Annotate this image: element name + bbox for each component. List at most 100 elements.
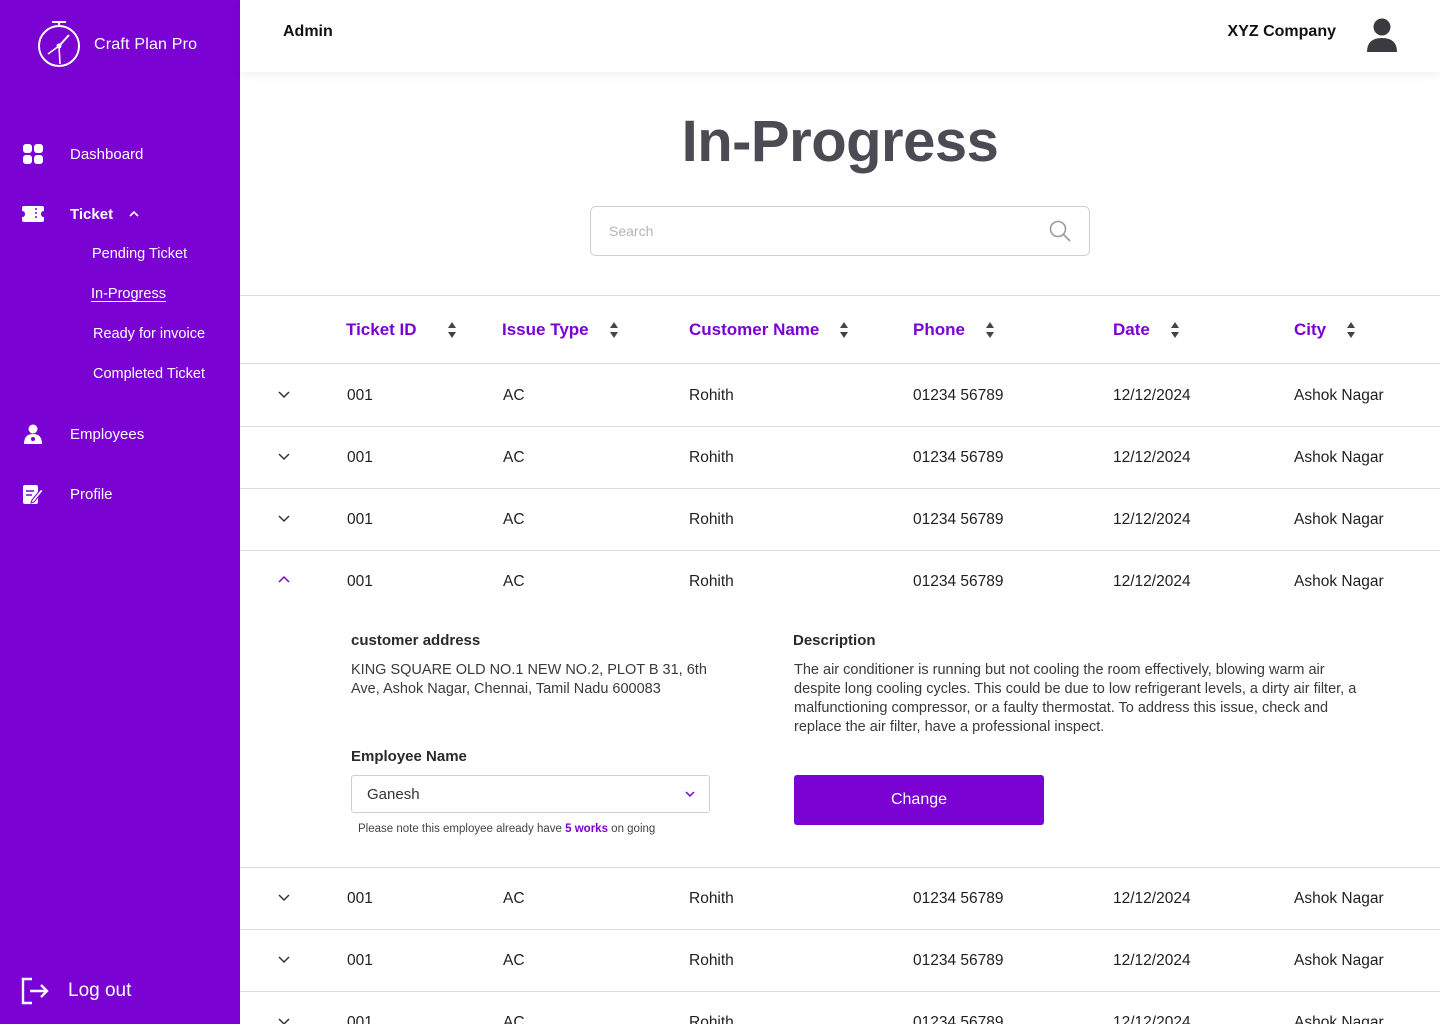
column-header-phone[interactable]: Phone — [913, 320, 995, 340]
column-label: Ticket ID — [346, 320, 417, 339]
sort-icon[interactable] — [1346, 321, 1356, 339]
table-row[interactable]: 001 AC Rohith 01234 56789 12/12/2024 Ash… — [240, 868, 1440, 930]
chevron-down-icon[interactable] — [277, 449, 291, 463]
note-suffix: on going — [611, 823, 656, 835]
profile-edit-icon — [22, 483, 44, 505]
sidebar-subitem-completed-ticket[interactable]: Completed Ticket — [93, 366, 205, 382]
sort-icon[interactable] — [1170, 321, 1180, 339]
company-name: XYZ Company — [1227, 23, 1336, 40]
description-text: The air conditioner is running but not c… — [794, 662, 1357, 735]
chevron-up-icon[interactable] — [277, 573, 291, 587]
cell-phone: 01234 56789 — [913, 511, 1004, 528]
column-header-issue-type[interactable]: Issue Type — [502, 320, 619, 340]
sidebar-item-profile[interactable]: Profile — [22, 483, 113, 505]
note-prefix: Please note this employee already have — [358, 823, 562, 835]
sidebar-item-employees[interactable]: Employees — [22, 423, 144, 445]
cell-phone: 01234 56789 — [913, 449, 1004, 466]
search-box[interactable] — [590, 206, 1090, 256]
user-avatar-icon[interactable] — [1366, 18, 1398, 52]
sidebar-item-dashboard[interactable]: Dashboard — [22, 143, 143, 165]
sort-icon[interactable] — [839, 321, 849, 339]
user-role: Admin — [283, 23, 333, 40]
sidebar-subitem-ready-for-invoice[interactable]: Ready for invoice — [93, 326, 205, 342]
cell-ticket-id: 001 — [347, 952, 373, 969]
column-header-date[interactable]: Date — [1113, 320, 1180, 340]
cell-issue-type: AC — [503, 573, 525, 590]
sidebar: Craft Plan Pro Dashboard Ticket Pending … — [0, 0, 240, 1024]
cell-issue-type: AC — [503, 952, 525, 969]
chevron-down-icon[interactable] — [277, 511, 291, 525]
cell-issue-type: AC — [503, 1014, 525, 1024]
cell-customer-name: Rohith — [689, 511, 734, 528]
cell-phone: 01234 56789 — [913, 387, 1004, 404]
sidebar-item-label: Dashboard — [70, 145, 144, 163]
cell-phone: 01234 56789 — [913, 952, 1004, 969]
employee-select[interactable]: Ganesh — [351, 775, 710, 813]
sort-icon[interactable] — [447, 321, 457, 339]
chevron-down-icon[interactable] — [277, 952, 291, 966]
sort-icon[interactable] — [609, 321, 619, 339]
cell-customer-name: Rohith — [689, 952, 734, 969]
cell-date: 12/12/2024 — [1113, 511, 1191, 528]
table-row[interactable]: 001 AC Rohith 01234 56789 12/12/2024 Ash… — [240, 489, 1440, 551]
page-title: In-Progress — [681, 109, 999, 174]
employee-workload-note: Please note this employee already have 5… — [358, 823, 655, 835]
sidebar-item-label: Ticket — [70, 205, 114, 223]
column-header-city[interactable]: City — [1294, 320, 1356, 340]
brand-name: Craft Plan Pro — [94, 36, 198, 53]
cell-city: Ashok Nagar — [1294, 387, 1384, 404]
table-row[interactable]: 001 AC Rohith 01234 56789 12/12/2024 Ash… — [240, 427, 1440, 489]
note-highlight: 5 works — [565, 823, 608, 835]
table-row[interactable]: 001 AC Rohith 01234 56789 12/12/2024 Ash… — [240, 930, 1440, 992]
column-header-customer-name[interactable]: Customer Name — [689, 320, 849, 340]
table-row-expanded[interactable]: 001 AC Rohith 01234 56789 12/12/2024 Ash… — [240, 551, 1440, 868]
table-row[interactable]: 001 AC Rohith 01234 56789 12/12/2024 Ash… — [240, 992, 1440, 1024]
employee-select-value: Ganesh — [367, 786, 420, 803]
cell-city: Ashok Nagar — [1294, 952, 1384, 969]
cell-phone: 01234 56789 — [913, 573, 1004, 590]
column-label: Date — [1113, 320, 1150, 339]
customer-address: KING SQUARE OLD NO.1 NEW NO.2, PLOT B 31… — [351, 662, 707, 697]
cell-date: 12/12/2024 — [1113, 573, 1191, 590]
cell-ticket-id: 001 — [347, 1014, 373, 1024]
sidebar-subitem-pending-ticket[interactable]: Pending Ticket — [92, 246, 187, 262]
search-input[interactable] — [609, 207, 1029, 255]
column-label: Customer Name — [689, 320, 820, 339]
cell-date: 12/12/2024 — [1113, 387, 1191, 404]
cell-city: Ashok Nagar — [1294, 1014, 1384, 1024]
top-bar: Admin XYZ Company — [240, 0, 1440, 72]
cell-issue-type: AC — [503, 387, 525, 404]
employee-icon — [22, 423, 44, 445]
change-button[interactable]: Change — [794, 775, 1044, 825]
grid-icon — [22, 143, 44, 165]
cell-city: Ashok Nagar — [1294, 573, 1384, 590]
cell-customer-name: Rohith — [689, 387, 734, 404]
chevron-down-icon[interactable] — [277, 1014, 291, 1024]
table-row[interactable]: 001 AC Rohith 01234 56789 12/12/2024 Ash… — [240, 365, 1440, 427]
column-header-ticket-id[interactable]: Ticket ID — [346, 320, 457, 340]
sidebar-item-label: Employees — [70, 425, 145, 443]
sidebar-item-label: Profile — [70, 485, 113, 503]
cell-ticket-id: 001 — [347, 511, 373, 528]
description-label: Description — [793, 632, 876, 649]
cell-date: 12/12/2024 — [1113, 1014, 1191, 1024]
cell-customer-name: Rohith — [689, 1014, 734, 1024]
cell-phone: 01234 56789 — [913, 1014, 1004, 1024]
brand[interactable]: Craft Plan Pro — [36, 20, 197, 70]
sidebar-subitem-in-progress[interactable]: In-Progress — [91, 286, 166, 302]
column-label: Phone — [913, 320, 965, 339]
sidebar-item-ticket[interactable]: Ticket — [22, 203, 139, 225]
search-icon[interactable] — [1049, 220, 1071, 242]
cell-ticket-id: 001 — [347, 449, 373, 466]
chevron-down-icon[interactable] — [277, 387, 291, 401]
cell-date: 12/12/2024 — [1113, 952, 1191, 969]
sort-icon[interactable] — [985, 321, 995, 339]
chevron-up-icon[interactable] — [129, 209, 139, 219]
table-header: Ticket ID Issue Type Customer Name Phone… — [240, 296, 1440, 364]
logout-button[interactable]: Log out — [20, 976, 131, 1006]
chevron-down-icon[interactable] — [277, 890, 291, 904]
cell-city: Ashok Nagar — [1294, 449, 1384, 466]
cell-customer-name: Rohith — [689, 890, 734, 907]
cell-ticket-id: 001 — [347, 387, 373, 404]
employee-name-label: Employee Name — [351, 748, 467, 765]
